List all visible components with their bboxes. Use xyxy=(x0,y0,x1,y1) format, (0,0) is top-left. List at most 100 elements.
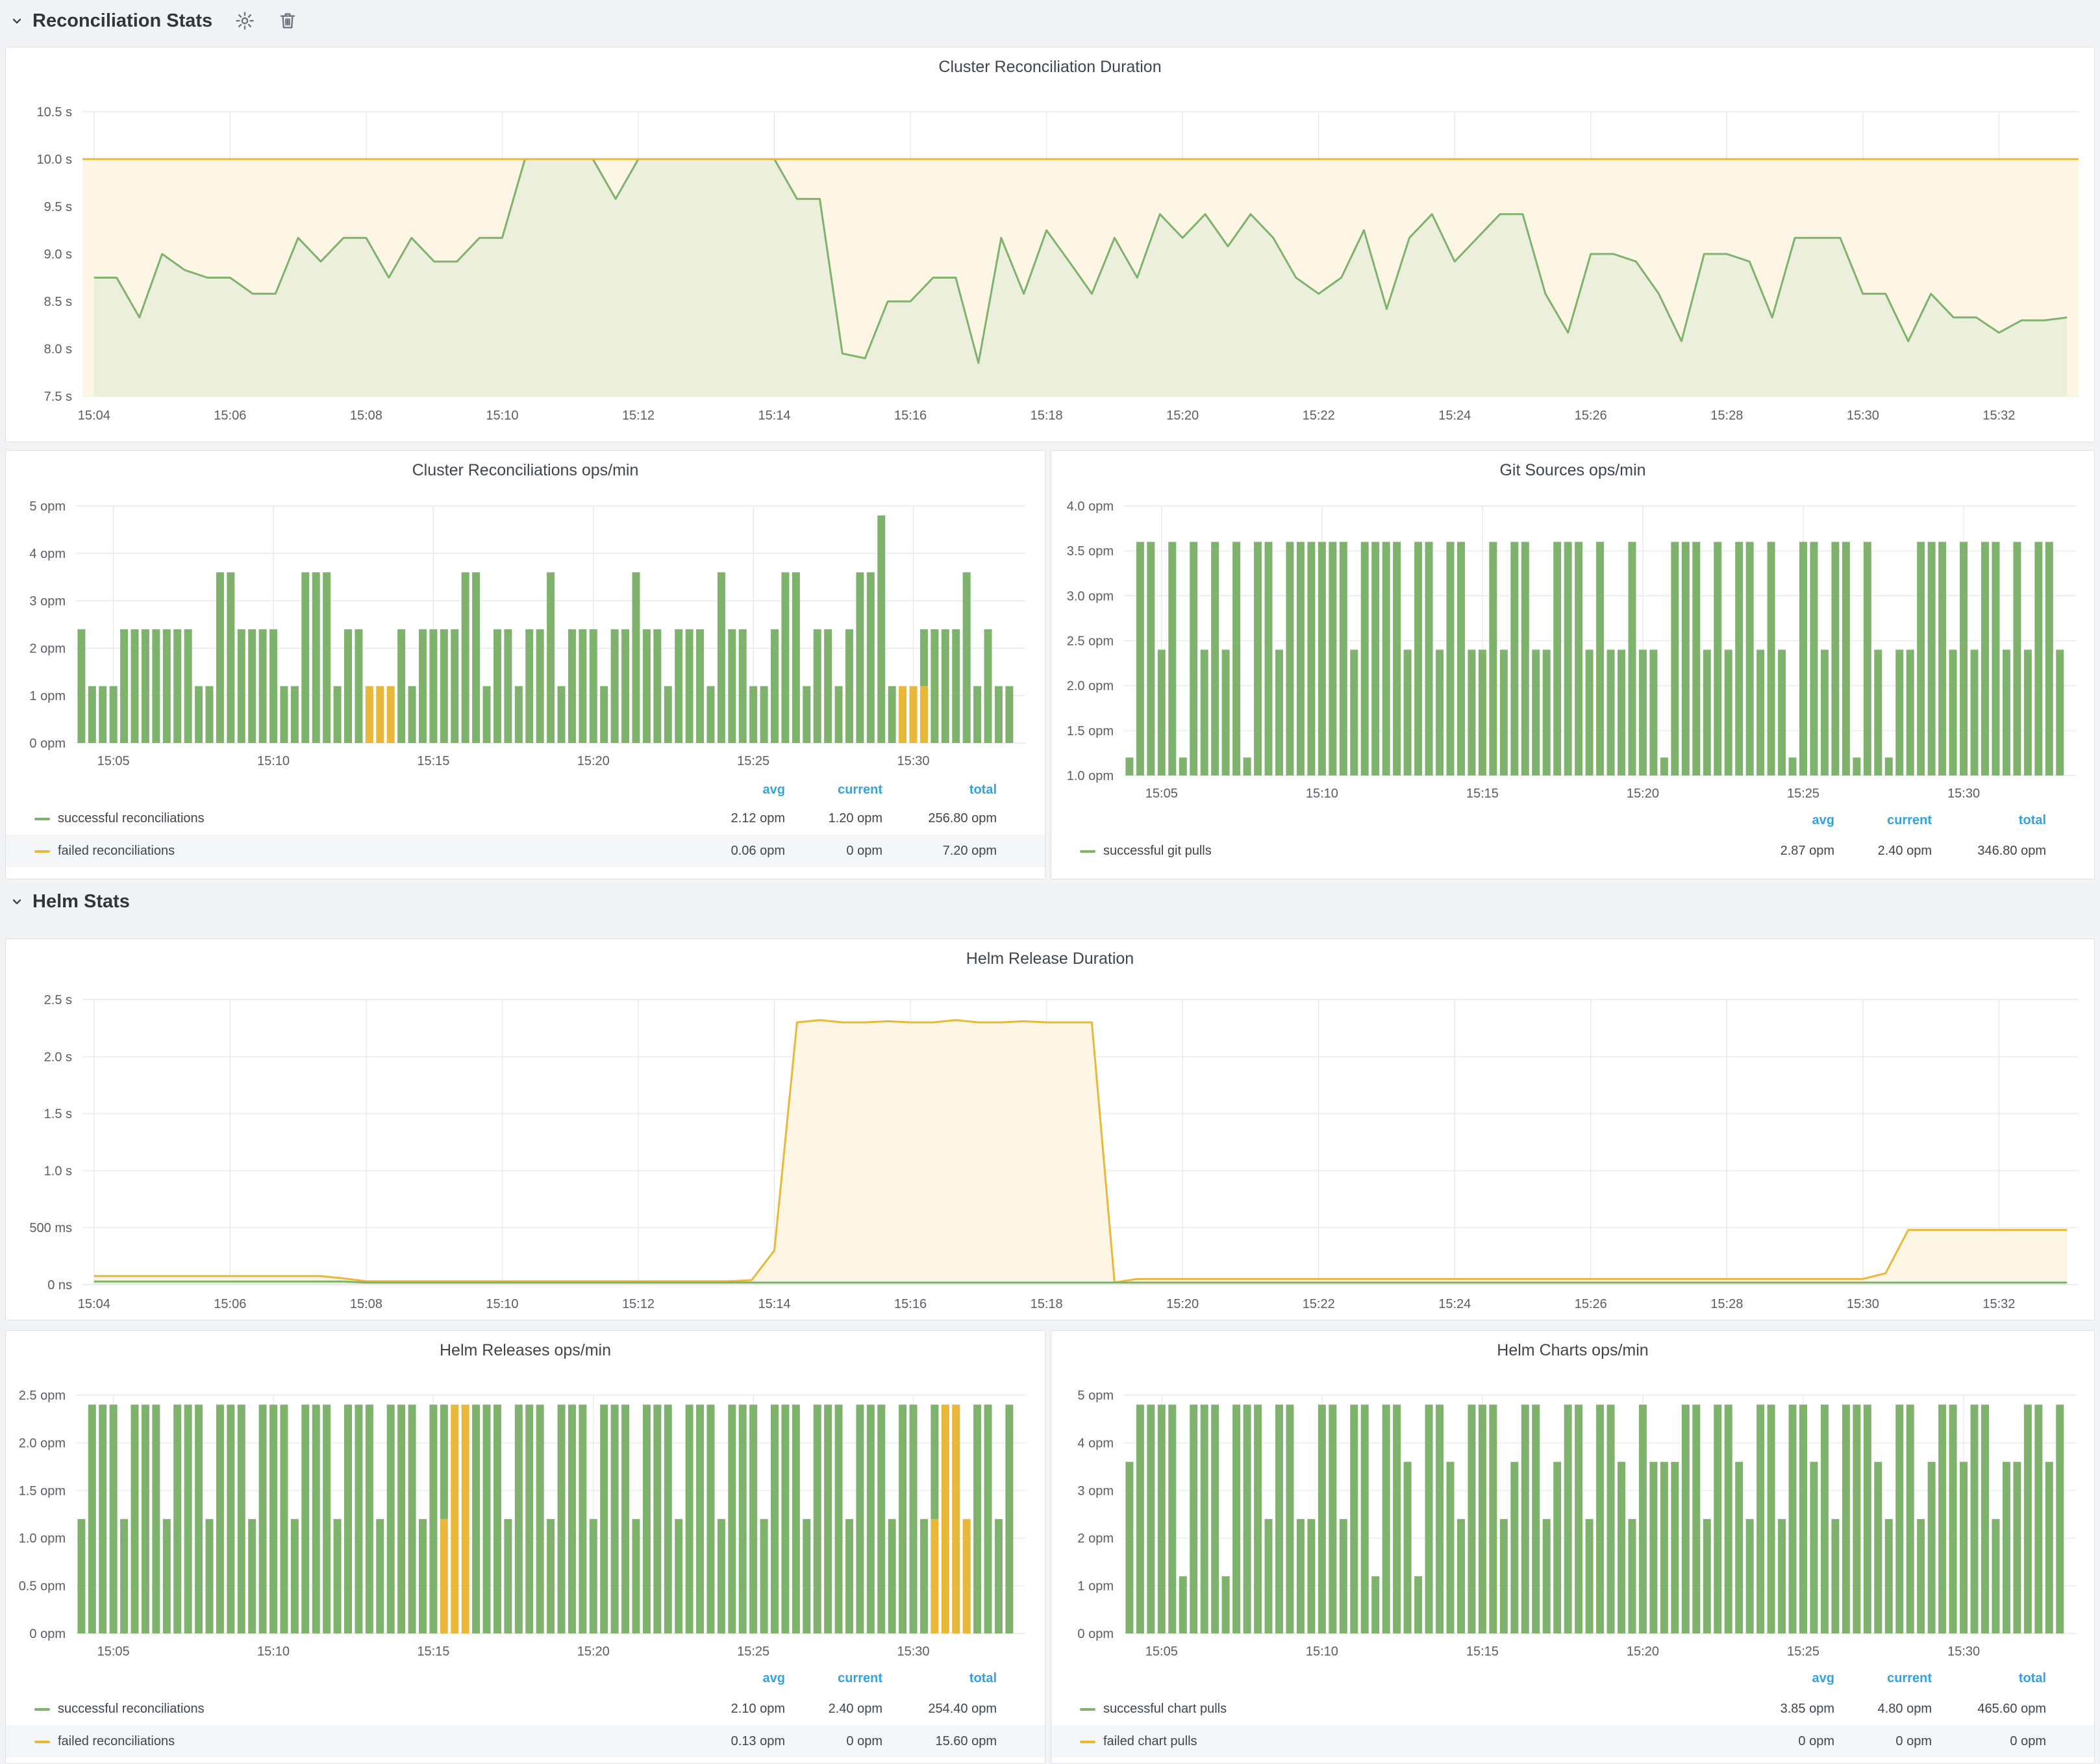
chevron-down-icon[interactable] xyxy=(9,894,25,909)
legend-row[interactable]: successful reconciliations2.10 opm2.40 o… xyxy=(6,1693,1045,1725)
svg-text:15:10: 15:10 xyxy=(1306,787,1338,801)
legend-series-label[interactable]: failed reconciliations xyxy=(58,1725,175,1758)
legend-value-total: 346.80 opm xyxy=(1936,835,2046,867)
legend-series-label[interactable]: failed chart pulls xyxy=(1103,1725,1197,1758)
svg-text:15:04: 15:04 xyxy=(78,409,110,423)
legend-col-total[interactable]: total xyxy=(1936,813,2046,828)
chevron-down-icon[interactable] xyxy=(9,13,25,29)
svg-text:15:05: 15:05 xyxy=(1145,787,1178,801)
svg-text:2.5 opm: 2.5 opm xyxy=(19,1389,66,1403)
legend-value-avg: 0.13 opm xyxy=(675,1725,785,1758)
svg-text:15:25: 15:25 xyxy=(1787,787,1819,801)
svg-text:1.0 s: 1.0 s xyxy=(44,1164,72,1178)
svg-text:15:32: 15:32 xyxy=(1982,409,2015,423)
legend-value-current: 0 opm xyxy=(772,1725,882,1758)
legend-row[interactable]: failed reconciliations0.13 opm0 opm15.60… xyxy=(6,1725,1045,1758)
svg-text:2 opm: 2 opm xyxy=(29,642,66,656)
legend-col-current[interactable]: current xyxy=(1821,813,1932,828)
svg-text:15:08: 15:08 xyxy=(350,409,382,423)
legend-col-total[interactable]: total xyxy=(886,783,997,798)
legend-col-avg[interactable]: avg xyxy=(1724,1671,1834,1686)
svg-text:8.5 s: 8.5 s xyxy=(44,295,72,309)
panel-helm-release-duration: Helm Release Duration 2.5 s2.0 s1.5 s1.0… xyxy=(5,939,2095,1320)
series-color-dash-icon xyxy=(34,818,50,820)
svg-text:15:22: 15:22 xyxy=(1303,1297,1335,1311)
section-header-reconciliation-stats: Reconciliation Stats xyxy=(0,0,2100,42)
legend-series-label[interactable]: successful reconciliations xyxy=(58,1693,205,1725)
panel-helm-charts-ops: Helm Charts ops/min 5 opm4 opm3 opm2 opm… xyxy=(1051,1330,2095,1764)
legend-col-avg[interactable]: avg xyxy=(1724,813,1834,828)
legend-col-current[interactable]: current xyxy=(772,1671,882,1686)
legend-row[interactable]: failed reconciliations 0.06 opm0 opm7.20 … xyxy=(6,835,1045,867)
svg-text:15:28: 15:28 xyxy=(1710,1297,1743,1311)
legend-col-avg[interactable]: avg xyxy=(675,1671,785,1686)
legend-col-total[interactable]: total xyxy=(886,1671,997,1686)
svg-text:15:06: 15:06 xyxy=(214,1297,246,1311)
legend-row[interactable]: failed chart pulls0 opm0 opm0 opm xyxy=(1051,1725,2094,1758)
svg-text:2.5 opm: 2.5 opm xyxy=(1067,635,1114,649)
trash-icon[interactable] xyxy=(277,10,298,31)
svg-text:4 opm: 4 opm xyxy=(1077,1436,1114,1450)
legend-col-current[interactable]: current xyxy=(772,783,882,798)
svg-text:0 opm: 0 opm xyxy=(29,737,66,751)
legend-col-current[interactable]: current xyxy=(1821,1671,1932,1686)
section-title[interactable]: Helm Stats xyxy=(32,891,130,913)
legend-value-avg: 2.10 opm xyxy=(675,1693,785,1725)
legend-value-current: 2.40 opm xyxy=(1821,835,1932,867)
legend-series-label[interactable]: successful reconciliations xyxy=(58,802,205,835)
svg-text:15:30: 15:30 xyxy=(1947,787,1980,801)
svg-text:1.5 opm: 1.5 opm xyxy=(19,1484,66,1498)
legend-col-avg[interactable]: avg xyxy=(675,783,785,798)
svg-text:2.0 opm: 2.0 opm xyxy=(19,1436,66,1450)
grafana-dashboard: Reconciliation Stats Cluster Reconciliat… xyxy=(0,0,2100,1764)
legend-value-current: 0 opm xyxy=(772,835,882,867)
svg-text:15:14: 15:14 xyxy=(758,1297,790,1311)
svg-text:15:20: 15:20 xyxy=(1627,1644,1659,1659)
gear-icon[interactable] xyxy=(234,10,255,31)
legend-row[interactable]: successful chart pulls3.85 opm4.80 opm46… xyxy=(1051,1693,2094,1725)
legend-value-total: 254.40 opm xyxy=(886,1693,997,1725)
svg-text:15:05: 15:05 xyxy=(1145,1644,1178,1659)
legend-value-current: 0 opm xyxy=(1821,1725,1932,1758)
svg-text:15:10: 15:10 xyxy=(257,754,290,768)
legend-series-label[interactable]: successful git pulls xyxy=(1103,835,1212,867)
svg-text:15:10: 15:10 xyxy=(257,1644,290,1659)
svg-text:15:12: 15:12 xyxy=(622,409,655,423)
series-color-dash-icon xyxy=(34,1708,50,1711)
legend-value-avg: 2.12 opm xyxy=(675,802,785,835)
svg-text:15:20: 15:20 xyxy=(1627,787,1659,801)
svg-text:8.0 s: 8.0 s xyxy=(44,342,72,357)
legend-value-total: 0 opm xyxy=(1936,1725,2046,1758)
svg-text:15:32: 15:32 xyxy=(1982,1297,2015,1311)
svg-text:15:22: 15:22 xyxy=(1303,409,1335,423)
svg-text:15:24: 15:24 xyxy=(1438,409,1471,423)
legend-value-total: 256.80 opm xyxy=(886,802,997,835)
svg-text:15:15: 15:15 xyxy=(1466,1644,1499,1659)
legend-value-avg: 0.06 opm xyxy=(675,835,785,867)
svg-text:1 opm: 1 opm xyxy=(1077,1580,1114,1594)
cluster-reconciliation-duration-chart[interactable]: 10.5 s10.0 s9.5 s9.0 s8.5 s8.0 s7.5 s15:… xyxy=(6,47,2095,443)
legend-row[interactable]: successful git pulls2.87 opm2.40 opm346.… xyxy=(1051,835,2094,867)
svg-text:15:15: 15:15 xyxy=(417,754,449,768)
svg-text:5 opm: 5 opm xyxy=(29,499,66,514)
svg-text:15:15: 15:15 xyxy=(1466,787,1499,801)
svg-text:15:05: 15:05 xyxy=(97,1644,130,1659)
svg-text:15:12: 15:12 xyxy=(622,1297,655,1311)
legend-series-label[interactable]: successful chart pulls xyxy=(1103,1693,1227,1725)
legend-series-label[interactable]: failed reconciliations xyxy=(58,835,175,867)
series-color-dash-icon xyxy=(1080,850,1095,853)
svg-text:15:28: 15:28 xyxy=(1710,409,1743,423)
svg-text:0 opm: 0 opm xyxy=(1077,1627,1114,1641)
svg-text:3.0 opm: 3.0 opm xyxy=(1067,589,1114,603)
legend-col-total[interactable]: total xyxy=(1936,1671,2046,1686)
svg-text:15:30: 15:30 xyxy=(1847,1297,1879,1311)
legend-row[interactable]: successful reconciliations2.12 opm1.20 o… xyxy=(6,802,1045,835)
section-title[interactable]: Reconciliation Stats xyxy=(32,10,212,32)
legend-value-total: 7.20 opm xyxy=(886,835,997,867)
svg-text:15:10: 15:10 xyxy=(486,1297,518,1311)
svg-text:0 opm: 0 opm xyxy=(29,1627,66,1641)
svg-text:3.5 opm: 3.5 opm xyxy=(1067,544,1114,559)
svg-text:15:26: 15:26 xyxy=(1575,1297,1607,1311)
helm-release-duration-chart[interactable]: 2.5 s2.0 s1.5 s1.0 s500 ms0 ns15:0415:06… xyxy=(6,939,2095,1321)
svg-text:3 opm: 3 opm xyxy=(1077,1484,1114,1498)
